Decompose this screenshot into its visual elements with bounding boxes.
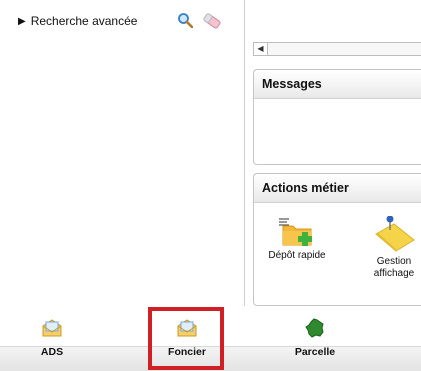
depot-rapide-button[interactable]: Dépôt rapide (266, 216, 328, 262)
right-panel: ◀ Messages Actions métier Dépôt rapide G… (253, 0, 421, 306)
tab-ads[interactable]: ADS (30, 318, 74, 358)
actions-title: Actions métier (254, 174, 421, 203)
panel-divider[interactable] (244, 0, 245, 306)
scroll-left-icon[interactable]: ◀ (254, 43, 268, 55)
eraser-icon[interactable] (201, 12, 223, 30)
advanced-search-toggle[interactable]: ▶ Recherche avancée (18, 11, 137, 31)
expand-triangle-icon: ▶ (18, 15, 26, 27)
tab-parcelle-label: Parcelle (294, 346, 336, 358)
advanced-search-label: Recherche avancée (30, 14, 138, 28)
depot-rapide-label: Dépôt rapide (268, 250, 326, 261)
search-icon[interactable] (177, 12, 193, 28)
messages-panel: Messages (253, 69, 421, 165)
tab-ads-label: ADS (40, 346, 64, 358)
gestion-affichage-button[interactable]: Gestion affichage (366, 216, 421, 280)
pinned-notice-icon (375, 216, 415, 252)
folder-add-icon (279, 218, 312, 246)
tab-parcelle[interactable]: Parcelle (282, 318, 348, 358)
horizontal-scrollbar[interactable]: ◀ (253, 42, 421, 56)
gestion-affichage-label: Gestion affichage (373, 256, 415, 279)
messages-title: Messages (254, 70, 421, 99)
france-map-icon (305, 318, 324, 338)
envelope-icon (42, 319, 62, 337)
highlight-frame (148, 307, 224, 370)
actions-panel: Actions métier Dépôt rapide Gestion affi… (253, 173, 421, 306)
